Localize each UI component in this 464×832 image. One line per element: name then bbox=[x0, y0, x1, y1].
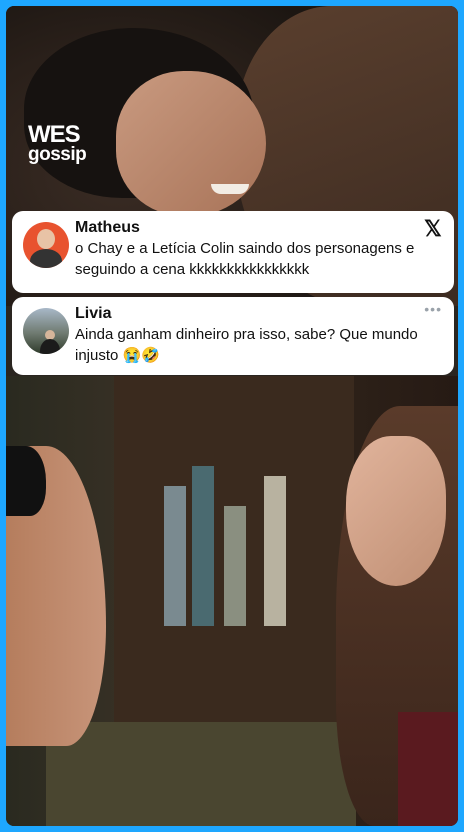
comment-author[interactable]: Matheus bbox=[75, 219, 444, 237]
book bbox=[264, 476, 286, 626]
woman-profile-face bbox=[346, 436, 446, 586]
avatar-body bbox=[40, 339, 60, 354]
bookshelf bbox=[114, 376, 354, 746]
x-logo-icon: 𝕏 bbox=[424, 216, 442, 241]
avatar-head bbox=[37, 229, 55, 249]
wes-gossip-logo: WES gossip bbox=[28, 121, 87, 165]
couch bbox=[46, 722, 356, 826]
book bbox=[224, 506, 246, 626]
bottom-video-still bbox=[6, 376, 458, 826]
comment-card[interactable]: Matheus o Chay e a Letícia Colin saindo … bbox=[12, 211, 454, 293]
avatar-body bbox=[30, 249, 62, 268]
logo-line-1: WES bbox=[28, 121, 81, 148]
comment-text: o Chay e a Letícia Colin saindo dos pers… bbox=[75, 240, 415, 278]
post-content: WES gossip Matheus o Chay e a Letícia Co… bbox=[6, 6, 458, 826]
book bbox=[192, 466, 214, 626]
comment-author[interactable]: Livia bbox=[75, 305, 444, 323]
avatar[interactable] bbox=[23, 222, 69, 268]
avatar[interactable] bbox=[23, 308, 69, 354]
man-face bbox=[116, 71, 266, 216]
woman-shirt bbox=[398, 712, 458, 826]
man-profile-hair bbox=[6, 446, 46, 516]
post-frame: WES gossip Matheus o Chay e a Letícia Co… bbox=[0, 0, 464, 832]
smile bbox=[211, 184, 249, 194]
more-options-icon[interactable]: ••• bbox=[424, 301, 442, 317]
book bbox=[164, 486, 186, 626]
comment-text: Ainda ganham dinheiro pra isso, sabe? Qu… bbox=[75, 326, 418, 364]
comment-card[interactable]: Livia Ainda ganham dinheiro pra isso, sa… bbox=[12, 297, 454, 375]
logo-line-2: gossip bbox=[28, 143, 87, 165]
